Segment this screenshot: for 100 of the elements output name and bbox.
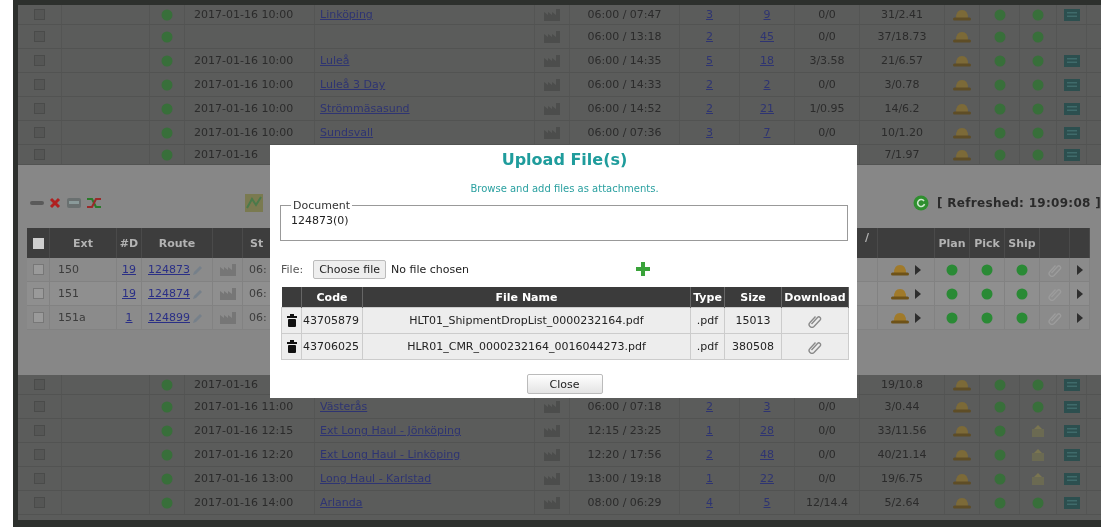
- row-checkbox[interactable]: [32, 264, 44, 275]
- hat-icon[interactable]: [952, 400, 972, 413]
- hat-icon[interactable]: [890, 311, 910, 324]
- document-icon[interactable]: [1063, 54, 1080, 67]
- status-dot: [993, 30, 1006, 43]
- route-link[interactable]: 124874: [148, 287, 190, 300]
- document-icon[interactable]: [1063, 102, 1080, 115]
- box-icon: [1031, 423, 1045, 438]
- hat-icon[interactable]: [890, 287, 910, 300]
- status-dot: [161, 30, 173, 43]
- document-icon[interactable]: [1063, 496, 1080, 509]
- document-icon[interactable]: [1063, 424, 1080, 437]
- column-header: Route: [158, 236, 196, 250]
- close-button[interactable]: Close: [526, 374, 603, 394]
- column-header: /: [865, 231, 869, 244]
- document-icon[interactable]: [1063, 472, 1080, 485]
- factory-icon: [543, 399, 561, 414]
- document-icon[interactable]: [1063, 400, 1080, 413]
- hat-icon[interactable]: [952, 496, 972, 509]
- drop-count-link[interactable]: 19: [122, 287, 136, 300]
- status-dot: [1032, 400, 1044, 413]
- hat-icon[interactable]: [952, 54, 972, 67]
- shuffle-icon[interactable]: [86, 196, 102, 210]
- document-icon[interactable]: [1063, 448, 1080, 461]
- document-icon[interactable]: [1063, 8, 1080, 21]
- dialog-title: Upload File(s): [500, 149, 629, 171]
- factory-icon: [218, 286, 237, 301]
- column-header: #D: [119, 236, 139, 250]
- arrow-icon[interactable]: [1075, 287, 1084, 300]
- row-checkbox[interactable]: [32, 312, 44, 323]
- drop-count-link[interactable]: 1: [125, 311, 133, 324]
- hat-icon[interactable]: [952, 126, 972, 139]
- route-link[interactable]: 124873: [148, 263, 190, 276]
- trash-icon[interactable]: [285, 340, 298, 354]
- card-icon[interactable]: [66, 196, 82, 210]
- hat-icon[interactable]: [952, 472, 972, 485]
- paperclip-icon[interactable]: [808, 339, 822, 354]
- status-dot: [946, 263, 958, 276]
- drop-count-link[interactable]: 19: [122, 263, 136, 276]
- cell-text: 151: [58, 287, 79, 300]
- hat-icon[interactable]: [952, 78, 972, 91]
- document-icon[interactable]: [1063, 78, 1080, 91]
- status-dot: [1032, 102, 1044, 115]
- column-header: File Name: [495, 290, 558, 304]
- status-dot: [161, 378, 173, 391]
- row-checkbox[interactable]: [32, 288, 44, 299]
- document-icon[interactable]: [1063, 126, 1080, 139]
- arrow-icon[interactable]: [1075, 311, 1084, 324]
- dialog-subtitle: Browse and add files as attachments.: [469, 183, 660, 195]
- column-header: Type: [693, 290, 722, 304]
- status-dot: [161, 496, 173, 509]
- hat-icon[interactable]: [890, 263, 910, 276]
- column-header: Plan: [938, 236, 966, 250]
- status-dot: [993, 378, 1006, 391]
- add-icon[interactable]: [634, 261, 651, 277]
- trash-icon[interactable]: [285, 314, 298, 328]
- paperclip-icon[interactable]: [808, 313, 822, 328]
- hat-icon[interactable]: [952, 148, 972, 161]
- status-dot: [993, 496, 1006, 509]
- hat-icon[interactable]: [952, 448, 972, 461]
- map-icon[interactable]: [245, 194, 263, 212]
- column-header: St: [250, 236, 264, 250]
- status-dot: [1032, 54, 1044, 67]
- hat-icon[interactable]: [952, 378, 972, 391]
- cell-text: HLR01_CMR_0000232164_0016044273.pdf: [407, 340, 646, 353]
- column-header: Download: [784, 290, 846, 304]
- arrow-icon[interactable]: [914, 287, 922, 300]
- status-dot: [993, 148, 1006, 161]
- hat-icon[interactable]: [952, 8, 972, 21]
- pencil-icon[interactable]: [192, 287, 204, 300]
- document-icon[interactable]: [1063, 148, 1080, 161]
- status-dot: [946, 287, 958, 300]
- route-link[interactable]: 124899: [148, 311, 190, 324]
- arrow-icon[interactable]: [914, 263, 922, 276]
- document-legend: Document: [291, 199, 352, 212]
- status-dot: [993, 424, 1006, 437]
- status-dot: [1032, 126, 1044, 139]
- status-dot: [1032, 378, 1044, 391]
- status-dot: [1016, 263, 1028, 276]
- delete-icon[interactable]: [48, 196, 62, 210]
- status-dot: [161, 102, 173, 115]
- file-status: No file chosen: [391, 262, 469, 276]
- column-header: Code: [316, 290, 348, 304]
- hat-icon[interactable]: [952, 30, 972, 43]
- status-dot: [161, 472, 173, 485]
- link-icon[interactable]: [30, 199, 44, 207]
- cell-text: 380508: [732, 340, 774, 353]
- cell-text: 06:: [249, 263, 267, 276]
- document-value: 124873(0): [291, 214, 349, 227]
- status-dot: [946, 311, 958, 324]
- hat-icon[interactable]: [952, 424, 972, 437]
- refresh-icon[interactable]: [913, 195, 930, 211]
- hat-icon[interactable]: [952, 102, 972, 115]
- document-icon[interactable]: [1063, 378, 1080, 391]
- arrow-icon[interactable]: [1075, 263, 1084, 276]
- status-dot: [161, 8, 173, 21]
- choose-file-button[interactable]: Choose file: [313, 259, 386, 279]
- refreshed-label: [ Refreshed: 19:09:08 ]: [937, 196, 1101, 210]
- arrow-icon[interactable]: [914, 311, 922, 324]
- header-checkbox[interactable]: [32, 237, 44, 249]
